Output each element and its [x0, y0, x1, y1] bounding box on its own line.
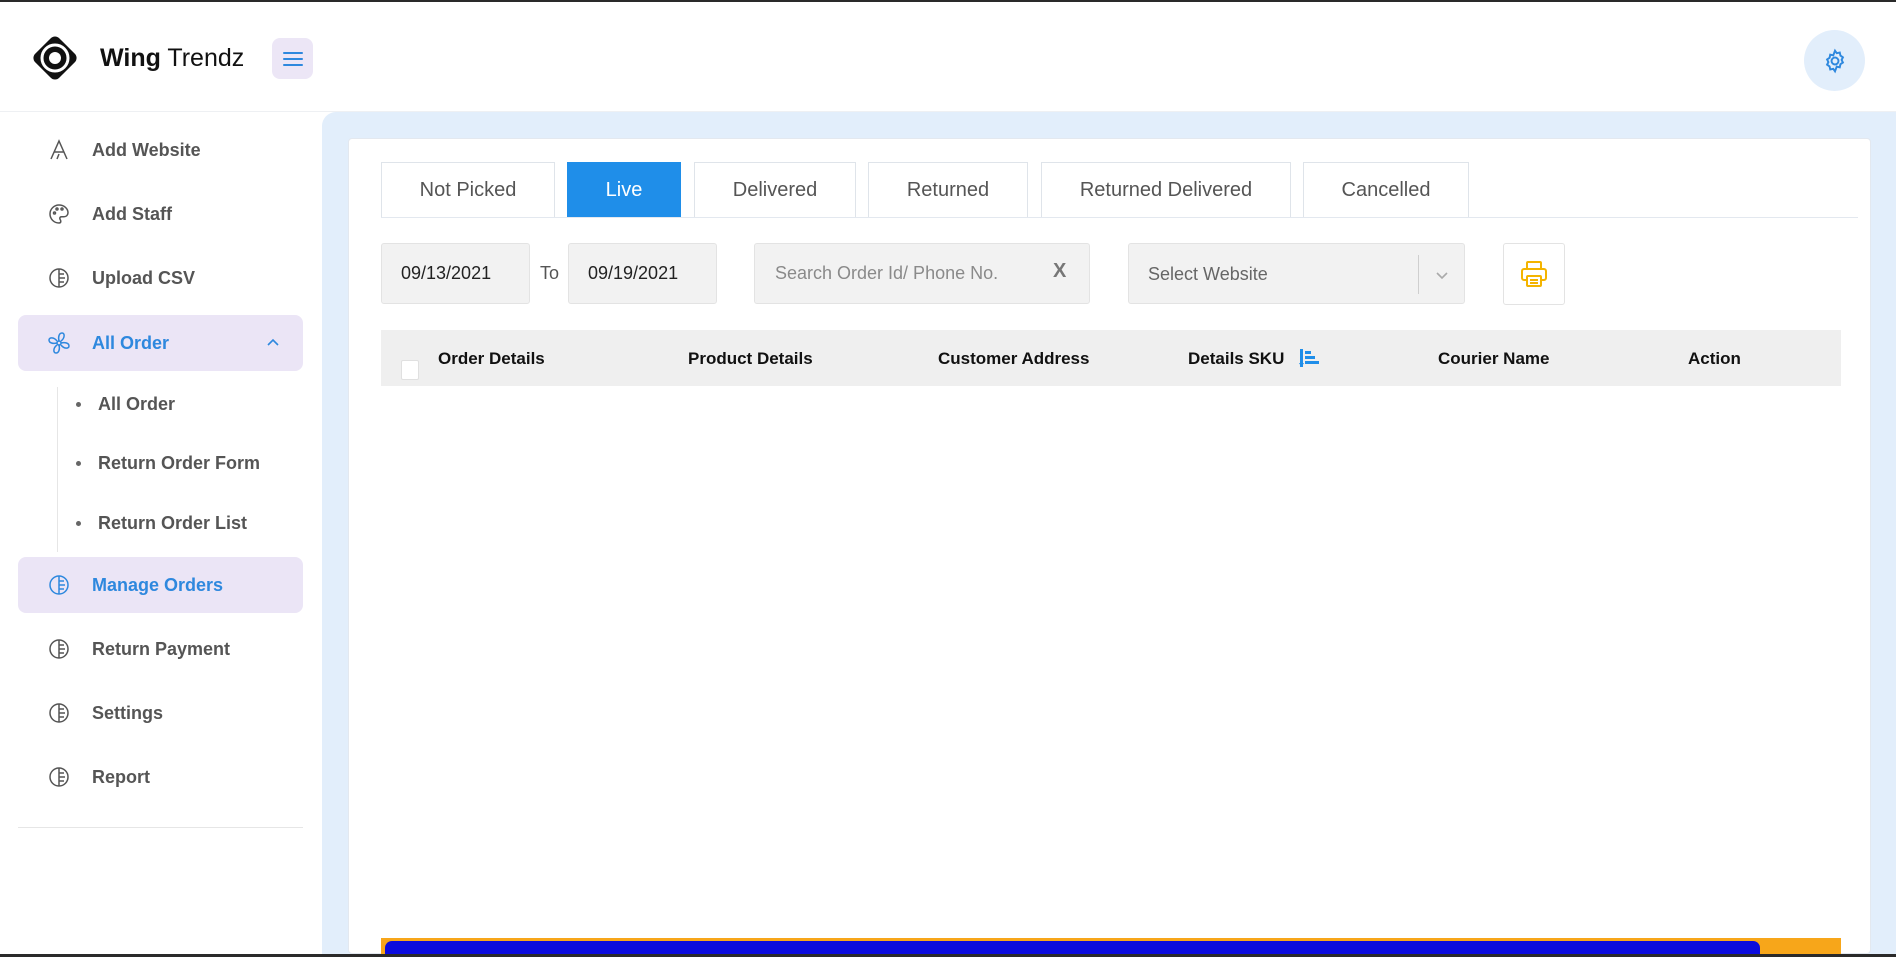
circle-lines-icon: [46, 700, 72, 726]
font-icon: [46, 137, 72, 163]
sidebar-item-label: Settings: [92, 702, 164, 723]
brand-logo-icon[interactable]: [26, 29, 84, 87]
chevron-up-icon: [265, 335, 281, 351]
sidebar-item-upload-csv[interactable]: Upload CSV: [18, 250, 303, 306]
tab-returned-delivered[interactable]: Returned Delivered: [1041, 162, 1291, 218]
bullet-dot: [76, 460, 81, 466]
submenu-guide-line: [57, 387, 58, 552]
search-input[interactable]: [755, 244, 1045, 303]
printer-icon: [1521, 261, 1547, 287]
print-button[interactable]: [1503, 243, 1565, 305]
select-separator: [1418, 255, 1419, 294]
sidebar-item-label: Upload CSV: [92, 267, 196, 288]
bullet-dot: [76, 401, 81, 407]
sidebar-item-settings[interactable]: Settings: [18, 685, 303, 741]
tab-returned[interactable]: Returned: [868, 162, 1028, 218]
submenu-item-label: All Order: [98, 393, 176, 414]
select-all-checkbox[interactable]: [401, 360, 419, 380]
sidebar-item-label: Report: [92, 766, 150, 787]
fan-icon: [46, 330, 72, 356]
brand-name-regular: Trendz: [167, 44, 245, 72]
submenu-item-return-order-list[interactable]: Return Order List: [76, 508, 247, 538]
hamburger-icon: [282, 51, 303, 66]
clear-search-button[interactable]: X: [1053, 260, 1066, 283]
sidebar-item-add-website[interactable]: Add Website: [18, 122, 303, 178]
to-date-input[interactable]: 09/19/2021: [568, 243, 717, 304]
horizontal-scrollbar-thumb[interactable]: [385, 941, 1760, 954]
sidebar-divider: [18, 827, 303, 828]
column-header-courier-name: Courier Name: [1438, 349, 1550, 368]
submenu-item-all-order[interactable]: All Order: [76, 389, 175, 419]
sidebar-item-label: Manage Orders: [92, 574, 224, 595]
circle-lines-icon: [46, 265, 72, 291]
column-header-action: Action: [1688, 349, 1741, 368]
column-header-customer-address: Customer Address: [938, 349, 1090, 368]
submenu-item-label: Return Order Form: [98, 452, 261, 473]
sidebar-item-label: Return Payment: [92, 638, 231, 659]
chevron-down-icon: [1433, 266, 1451, 284]
tabs-divider: [381, 217, 1858, 218]
circle-lines-icon: [46, 764, 72, 790]
sidebar-item-return-payment[interactable]: Return Payment: [18, 621, 303, 677]
settings-button[interactable]: [1804, 30, 1865, 91]
submenu-item-return-order-form[interactable]: Return Order Form: [76, 448, 260, 478]
sidebar-item-label: Add Website: [92, 139, 201, 160]
submenu-item-label: Return Order List: [98, 512, 248, 533]
column-header-details-sku: Details SKU: [1188, 349, 1285, 368]
top-header: Wing Trendz: [0, 2, 1896, 112]
tab-not-picked[interactable]: Not Picked: [381, 162, 555, 218]
orders-table-header: Order Details Product Details Customer A…: [381, 330, 1841, 386]
sidebar-item-label: Add Staff: [92, 203, 172, 224]
column-header-product-details: Product Details: [688, 349, 813, 368]
brand-name-bold: Wing: [100, 44, 161, 72]
brand-name[interactable]: Wing Trendz: [100, 44, 244, 73]
tab-delivered[interactable]: Delivered: [694, 162, 856, 218]
sort-icon[interactable]: [1299, 348, 1321, 368]
to-label: To: [540, 263, 560, 283]
website-select-placeholder: Select Website: [1148, 264, 1268, 284]
circle-lines-icon: [46, 572, 72, 598]
column-header-order-details: Order Details: [438, 349, 545, 368]
tab-cancelled[interactable]: Cancelled: [1303, 162, 1469, 218]
bullet-dot: [76, 520, 81, 526]
palette-icon: [46, 201, 72, 227]
sidebar-item-manage-orders[interactable]: Manage Orders: [18, 557, 303, 613]
circle-lines-icon: [46, 636, 72, 662]
from-date-input[interactable]: 09/13/2021: [381, 243, 530, 304]
menu-toggle-button[interactable]: [272, 38, 313, 79]
sidebar-item-add-staff[interactable]: Add Staff: [18, 186, 303, 242]
gear-icon: [1825, 48, 1844, 73]
search-box: X: [754, 243, 1090, 304]
website-select[interactable]: Select Website: [1128, 243, 1465, 304]
sidebar-item-label: All Order: [92, 332, 170, 353]
sidebar-item-report[interactable]: Report: [18, 749, 303, 805]
tab-live[interactable]: Live: [567, 162, 681, 218]
sidebar-item-all-order[interactable]: All Order: [18, 315, 303, 371]
